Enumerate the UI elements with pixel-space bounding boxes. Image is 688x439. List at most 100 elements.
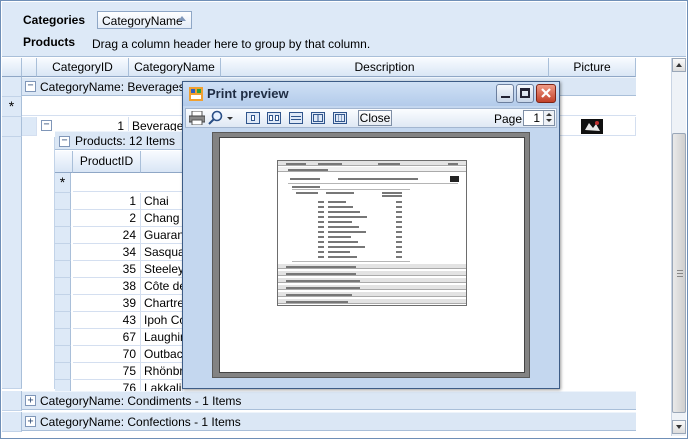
page-spinner[interactable] [543, 111, 554, 125]
expand-icon[interactable]: + [25, 416, 36, 427]
zoom-icon[interactable] [208, 110, 224, 125]
product-row-indicator [55, 193, 71, 210]
one-page-icon[interactable] [246, 112, 260, 124]
cell-productid[interactable]: 24 [73, 227, 141, 244]
product-row-indicator [55, 244, 71, 261]
group-chip-categoryname[interactable]: CategoryName [97, 11, 192, 29]
page-number-input[interactable]: 1 [523, 110, 555, 126]
products-group-row[interactable]: − Products: 12 Items [55, 131, 183, 150]
six-pages-icon[interactable] [333, 112, 347, 124]
product-row-indicator [55, 295, 71, 312]
header-categoryname[interactable]: CategoryName [129, 58, 221, 77]
expand-icon[interactable]: + [25, 395, 36, 406]
row-indicator [2, 77, 22, 97]
cell-productid[interactable]: 38 [73, 278, 141, 295]
product-row-indicator [55, 363, 71, 380]
dialog-title: Print preview [207, 86, 289, 101]
close-window-button[interactable] [536, 84, 556, 103]
spin-down-icon[interactable] [546, 119, 552, 122]
cell-productname[interactable]: Côte de [141, 278, 183, 295]
collapse-icon[interactable]: − [41, 120, 52, 131]
dialog-titlebar[interactable]: Print preview [183, 82, 559, 106]
cell-productname[interactable]: Rhönbrä [141, 363, 183, 380]
nested-indent [22, 137, 55, 389]
minimize-button[interactable] [496, 84, 514, 103]
collapse-icon[interactable]: − [25, 81, 36, 92]
preview-picture-thumbnail [450, 176, 459, 182]
level-products-label: Products [23, 35, 76, 49]
header-corner [2, 58, 22, 77]
preview-page [219, 137, 525, 373]
product-row-indicator [55, 312, 71, 329]
row-indicator [2, 391, 22, 411]
cell-productid[interactable]: 75 [73, 363, 141, 380]
product-row-indicator [55, 278, 71, 295]
spin-up-icon[interactable] [546, 113, 552, 116]
cell-productid[interactable]: 67 [73, 329, 141, 346]
row-indicator [2, 412, 22, 432]
cell-productname[interactable]: Ipoh Cof [141, 312, 183, 329]
cell-productid[interactable]: 2 [73, 210, 141, 227]
product-row-indicator [55, 227, 71, 244]
group-panel: Categories CategoryName Products Drag a … [2, 2, 686, 57]
cell-productid[interactable]: 39 [73, 295, 141, 312]
close-preview-button[interactable]: Close [358, 110, 392, 126]
cell-productname[interactable]: Chai [141, 193, 183, 210]
page-label: Page [494, 112, 523, 126]
vertical-scrollbar[interactable] [671, 58, 686, 436]
cell-productid[interactable]: 35 [73, 261, 141, 278]
product-header-corner [55, 151, 73, 173]
cell-picture[interactable] [549, 117, 636, 136]
cell-productid[interactable]: 1 [73, 193, 141, 210]
products-group-label: Products: 12 Items [75, 134, 176, 148]
close-icon [541, 88, 551, 98]
page-number-value: 1 [533, 111, 540, 125]
zoom-dropdown-icon[interactable] [227, 117, 233, 120]
arrow-down-icon [676, 425, 682, 429]
row-indicator [2, 137, 22, 389]
group-row-condiments[interactable]: + CategoryName: Condiments - 1 Items [22, 391, 636, 410]
level-categories-label: Categories [23, 13, 86, 27]
sort-ascending-icon [178, 16, 186, 21]
scroll-thumb[interactable] [672, 133, 686, 413]
product-new-row[interactable] [73, 173, 183, 192]
four-pages-icon[interactable] [311, 112, 325, 124]
cell-productname[interactable]: Sasquat [141, 244, 183, 261]
header-productname[interactable] [141, 151, 183, 173]
group-row-label: CategoryName: Confections - 1 Items [40, 415, 241, 429]
product-row-indicator [55, 210, 71, 227]
cell-productname[interactable]: Chang [141, 210, 183, 227]
cell-productid[interactable]: 34 [73, 244, 141, 261]
print-preview-dialog: Print preview Close Page 1 [182, 81, 560, 389]
grid-window: Categories CategoryName Products Drag a … [0, 0, 688, 439]
print-icon[interactable] [189, 111, 205, 125]
header-picture[interactable]: Picture [549, 58, 636, 77]
scroll-up-button[interactable] [672, 58, 686, 72]
cell-productname[interactable]: Chartreu [141, 295, 183, 312]
header-description[interactable]: Description [221, 58, 549, 77]
collapse-icon[interactable]: − [59, 136, 70, 147]
product-new-row-indicator: * [55, 173, 71, 193]
new-row-asterisk-icon: * [8, 98, 15, 114]
preview-canvas[interactable] [212, 132, 530, 378]
two-pages-icon[interactable] [267, 112, 281, 124]
cell-productid[interactable]: 70 [73, 346, 141, 363]
header-productid[interactable]: ProductID [73, 151, 141, 173]
header-categoryid[interactable]: CategoryID [37, 58, 129, 77]
cell-productname[interactable]: Laughin [141, 329, 183, 346]
cell-productid[interactable]: 43 [73, 312, 141, 329]
cell-productname[interactable]: Steeleye [141, 261, 183, 278]
picture-thumbnail [581, 119, 603, 134]
maximize-button[interactable] [516, 84, 534, 103]
new-row-asterisk-icon: * [59, 174, 66, 190]
scroll-down-button[interactable] [672, 420, 686, 434]
cell-productname[interactable]: Guaraná [141, 227, 183, 244]
preview-page-content [277, 160, 467, 306]
maximize-icon [520, 88, 530, 98]
group-chip-label: CategoryName [102, 14, 183, 28]
group-row-confections[interactable]: + CategoryName: Confections - 1 Items [22, 412, 636, 431]
product-row-indicator [55, 346, 71, 363]
three-pages-icon[interactable] [289, 112, 303, 124]
cell-productname[interactable]: Outback [141, 346, 183, 363]
product-row-indicator [55, 261, 71, 278]
